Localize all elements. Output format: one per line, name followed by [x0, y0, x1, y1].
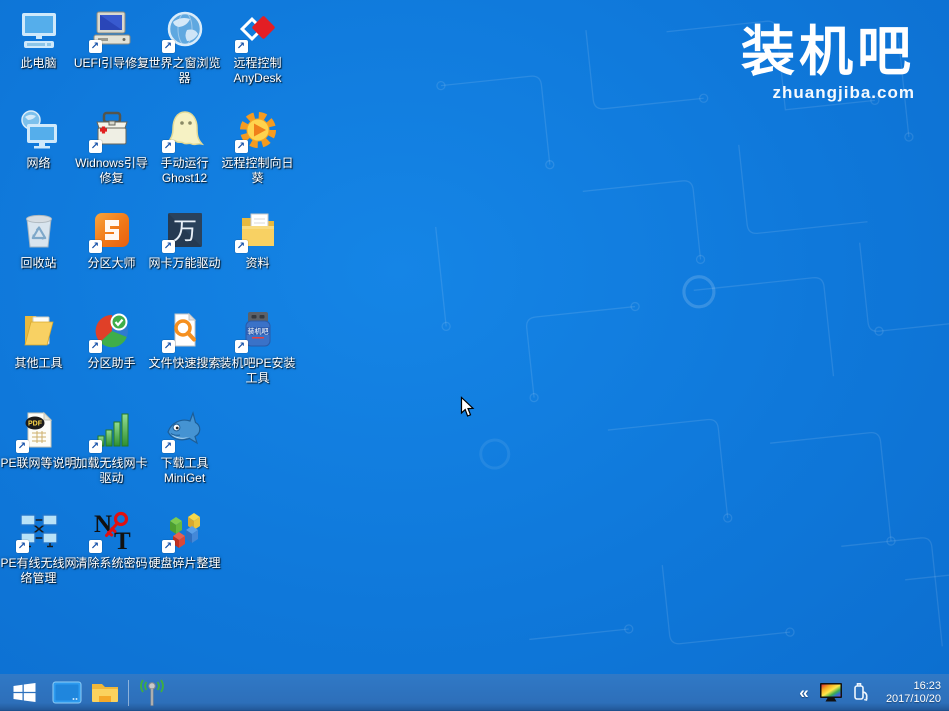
icon-label: 网卡万能驱动 — [145, 256, 225, 271]
desktop-icon-grid: 此电脑 UEFI引导修复 世界之窗浏览器 远程控制AnyDesk 网络 Widn… — [2, 6, 294, 606]
shortcut-arrow-icon — [89, 440, 102, 453]
shortcut-arrow-icon — [235, 240, 248, 253]
svg-text:PDF: PDF — [28, 421, 43, 428]
icon-label: 装机吧PE安装工具 — [218, 356, 298, 386]
desktop-icon-windows-boot-repair[interactable]: Widnows引导修复 — [75, 106, 148, 206]
desktop-icon-anydesk-remote[interactable]: 远程控制AnyDesk — [221, 6, 294, 106]
desktop-icon-pe-network-manager[interactable]: PE有线无线网络管理 — [2, 506, 75, 606]
desktop-icon-documents-folder[interactable]: 资料 — [221, 206, 294, 306]
wireless-antenna-icon — [137, 678, 167, 708]
icon-label: 硬盘碎片整理 — [145, 556, 225, 571]
desktop-icon-pe-network-readme[interactable]: PDF PE联网等说明 — [2, 406, 75, 506]
icon-label: Widnows引导修复 — [72, 156, 152, 186]
brand-logo: 装机吧 zhuangjiba.com — [741, 22, 915, 103]
svg-text:装机吧: 装机吧 — [247, 327, 268, 336]
clock-time: 16:23 — [886, 680, 941, 693]
shortcut-arrow-icon — [162, 140, 175, 153]
pe-display-button[interactable] — [48, 674, 86, 711]
recycle-bin-icon — [17, 208, 61, 252]
icon-label: 文件快速搜索 — [145, 356, 225, 371]
start-button[interactable] — [0, 674, 48, 711]
shortcut-arrow-icon — [162, 540, 175, 553]
icon-label: 资料 — [218, 256, 298, 271]
icon-label: 网络 — [0, 156, 79, 171]
computer-icon — [17, 8, 61, 52]
hidden-icons-chevron[interactable]: « — [795, 683, 813, 703]
shortcut-arrow-icon — [16, 440, 29, 453]
desktop-icon-partition-assistant[interactable]: 分区助手 — [75, 306, 148, 406]
desktop-icon-sunflower-remote[interactable]: 远程控制向日葵 — [221, 106, 294, 206]
icon-label: 分区助手 — [72, 356, 152, 371]
svg-text:T: T — [114, 528, 131, 552]
shortcut-arrow-icon — [89, 240, 102, 253]
shortcut-arrow-icon — [162, 40, 175, 53]
desktop-icon-world-window-browser[interactable]: 世界之窗浏览器 — [148, 6, 221, 106]
icon-label: 世界之窗浏览器 — [145, 56, 225, 86]
pe-display-icon — [52, 681, 82, 705]
taskbar-separator — [128, 680, 129, 706]
icon-label: 加载无线网卡驱动 — [72, 456, 152, 486]
icon-label: 远程控制AnyDesk — [218, 56, 298, 86]
desktop-icon-uefi-boot-repair[interactable]: UEFI引导修复 — [75, 6, 148, 106]
file-explorer-icon — [90, 680, 120, 705]
desktop-icon-network[interactable]: 网络 — [2, 106, 75, 206]
desktop-icon-disk-defrag[interactable]: 硬盘碎片整理 — [148, 506, 221, 606]
icon-label: 手动运行Ghost12 — [145, 156, 225, 186]
shortcut-arrow-icon — [162, 440, 175, 453]
shortcut-arrow-icon — [16, 540, 29, 553]
shortcut-arrow-icon — [162, 340, 175, 353]
desktop-icon-nic-universal-driver[interactable]: 万 网卡万能驱动 — [148, 206, 221, 306]
icon-label: 其他工具 — [0, 356, 79, 371]
icon-label: 回收站 — [0, 256, 79, 271]
clock-date: 2017/10/20 — [886, 693, 941, 706]
icon-label: 下载工具MiniGet — [145, 456, 225, 486]
icon-label: PE联网等说明 — [0, 456, 79, 471]
mouse-cursor — [460, 396, 477, 424]
desktop-icon-computer[interactable]: 此电脑 — [2, 6, 75, 106]
network-icon — [17, 108, 61, 152]
desktop-icon-wireless-driver-loader[interactable]: 加载无线网卡驱动 — [75, 406, 148, 506]
display-settings-icon — [819, 682, 844, 703]
shortcut-arrow-icon — [162, 240, 175, 253]
system-tray: « 16:23 2017/10/20 — [795, 674, 949, 711]
svg-text:万: 万 — [173, 218, 197, 245]
icon-label: 分区大师 — [72, 256, 152, 271]
wireless-antenna-button[interactable] — [133, 674, 171, 711]
shortcut-arrow-icon — [89, 340, 102, 353]
taskbar-clock[interactable]: 16:23 2017/10/20 — [886, 680, 941, 706]
shortcut-arrow-icon — [235, 140, 248, 153]
desktop-icon-recycle-bin[interactable]: 回收站 — [2, 206, 75, 306]
file-explorer-button[interactable] — [86, 674, 124, 711]
desktop-icon-zhuangjiba-pe-installer[interactable]: 装机吧 装机吧PE安装工具 — [221, 306, 294, 406]
shortcut-arrow-icon — [89, 40, 102, 53]
brand-domain: zhuangjiba.com — [741, 83, 915, 103]
shortcut-arrow-icon — [235, 40, 248, 53]
shortcut-arrow-icon — [235, 340, 248, 353]
desktop-icon-other-tools[interactable]: 其他工具 — [2, 306, 75, 406]
icon-label: PE有线无线网络管理 — [0, 556, 79, 586]
desktop-icon-file-quick-search[interactable]: 文件快速搜索 — [148, 306, 221, 406]
shortcut-arrow-icon — [89, 140, 102, 153]
brand-title: 装机吧 — [741, 22, 915, 82]
desktop-icon-partition-master[interactable]: 分区大师 — [75, 206, 148, 306]
desktop-icon-ghost12[interactable]: 手动运行Ghost12 — [148, 106, 221, 206]
display-settings-button[interactable] — [819, 674, 844, 711]
desktop-icon-clear-system-password[interactable]: NT 清除系统密码 — [75, 506, 148, 606]
icon-label: 远程控制向日葵 — [218, 156, 298, 186]
other-tools-folder-icon — [17, 308, 61, 352]
icon-label: UEFI引导修复 — [72, 56, 152, 71]
usb-eject-icon — [850, 682, 872, 704]
icon-label: 此电脑 — [0, 56, 79, 71]
icon-label: 清除系统密码 — [72, 556, 152, 571]
windows-logo-icon — [11, 679, 38, 706]
desktop-icon-miniget[interactable]: 下载工具MiniGet — [148, 406, 221, 506]
shortcut-arrow-icon — [89, 540, 102, 553]
taskbar: « 16:23 2017/10/20 — [0, 674, 949, 711]
usb-eject-button[interactable] — [850, 674, 872, 711]
